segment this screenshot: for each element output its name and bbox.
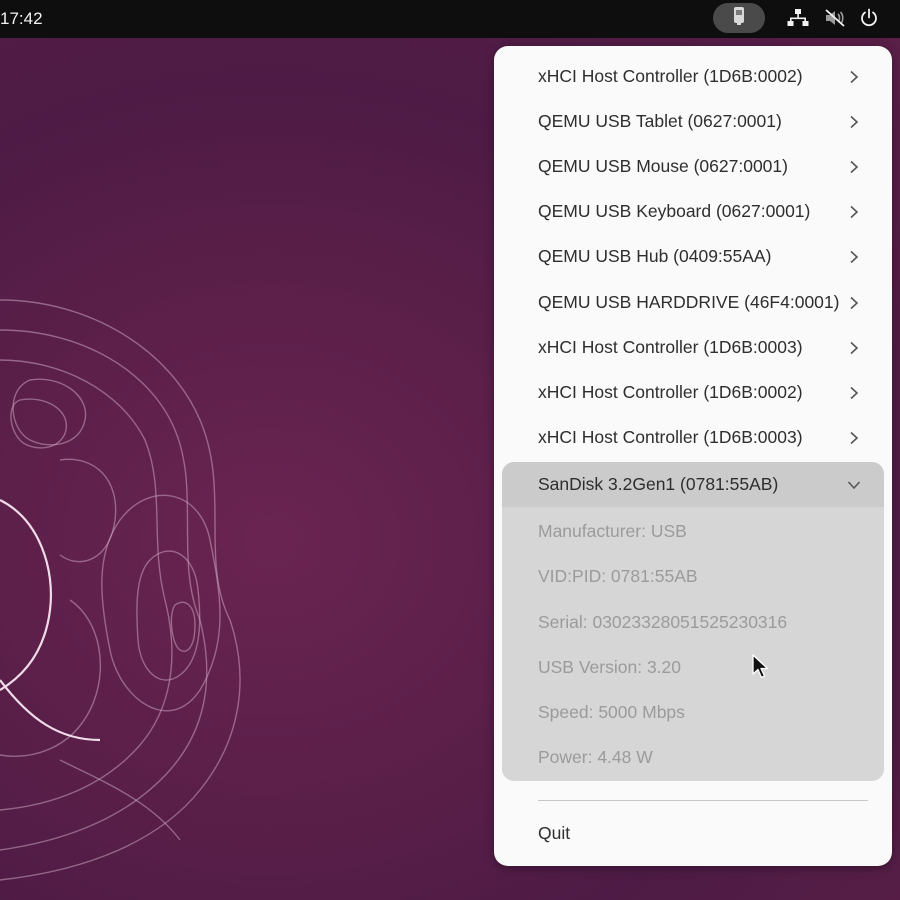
top-bar: 17:42 [0,0,900,38]
detail-serial: Serial: 03023328051525230316 [538,612,788,632]
detail-usb-version: USB Version: 3.20 [538,657,681,677]
detail-power: Power: 4.48 W [538,747,653,767]
device-label: QEMU USB HARDDRIVE (46F4:0001) [538,292,840,312]
device-label: xHCI Host Controller (1D6B:0002) [538,382,803,402]
device-label: xHCI Host Controller (1D6B:0003) [538,337,803,357]
chevron-right-icon [842,155,866,179]
usb-devices-menu: xHCI Host Controller (1D6B:0002) QEMU US… [494,46,892,866]
expanded-device-label: SanDisk 3.2Gen1 (0781:55AB) [538,474,779,494]
detail-speed: Speed: 5000 Mbps [538,702,685,722]
mouse-cursor-icon [752,654,769,679]
device-item[interactable]: xHCI Host Controller (1D6B:0002) [502,370,884,415]
device-label: xHCI Host Controller (1D6B:0002) [538,66,803,86]
device-item[interactable]: xHCI Host Controller (1D6B:0002) [502,54,884,99]
device-item[interactable]: QEMU USB Keyboard (0627:0001) [502,189,884,234]
chevron-right-icon [842,291,866,315]
chevron-right-icon [842,336,866,360]
device-item[interactable]: xHCI Host Controller (1D6B:0003) [502,325,884,370]
detail-manufacturer: Manufacturer: USB [538,521,687,541]
chevron-right-icon [842,426,866,450]
chevron-right-icon [842,245,866,269]
device-label: QEMU USB Keyboard (0627:0001) [538,201,811,221]
power-icon[interactable] [858,7,880,29]
device-label: QEMU USB Mouse (0627:0001) [538,156,788,176]
clock[interactable]: 17:42 [0,9,43,29]
network-wired-icon[interactable] [787,7,809,29]
chevron-down-icon [842,473,866,497]
device-item[interactable]: xHCI Host Controller (1D6B:0003) [502,415,884,460]
menu-separator [538,800,868,801]
expanded-device-panel: SanDisk 3.2Gen1 (0781:55AB) Manufacturer… [502,462,884,781]
device-item[interactable]: QEMU USB Mouse (0627:0001) [502,144,884,189]
device-item[interactable]: QEMU USB Tablet (0627:0001) [502,99,884,144]
device-label: QEMU USB Tablet (0627:0001) [538,111,782,131]
expanded-device-item[interactable]: SanDisk 3.2Gen1 (0781:55AB) [502,462,884,507]
device-item[interactable]: QEMU USB HARDDRIVE (46F4:0001) [502,280,884,325]
device-label: xHCI Host Controller (1D6B:0003) [538,427,803,447]
chevron-right-icon [842,65,866,89]
usb-indicator-button[interactable] [713,3,765,33]
chevron-right-icon [842,381,866,405]
detail-vid-pid: VID:PID: 0781:55AB [538,566,698,586]
chevron-right-icon [842,110,866,134]
device-item[interactable]: QEMU USB Hub (0409:55AA) [502,234,884,279]
quit-button[interactable]: Quit [538,823,570,844]
chevron-right-icon [842,200,866,224]
desktop: 17:42 xHCI Host Controller (1D6B:0002) Q… [0,0,900,900]
volume-muted-icon[interactable] [824,7,846,29]
usb-device-icon [732,6,746,31]
device-label: QEMU USB Hub (0409:55AA) [538,246,772,266]
